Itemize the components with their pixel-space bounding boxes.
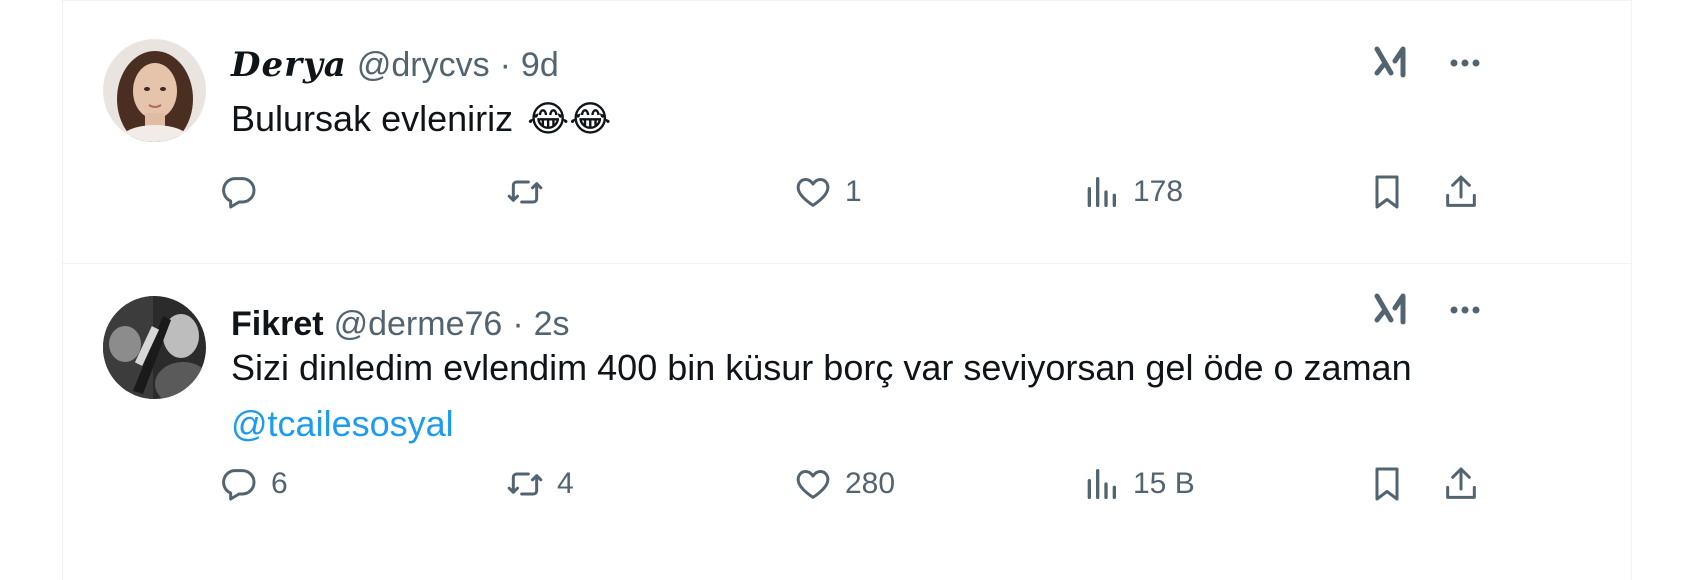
like-count: 280 (845, 467, 896, 500)
views-count: 15 B (1133, 467, 1195, 500)
timeline: Derya @drycvs · 9d Bulursak evleniriz 😂😂 (62, 0, 1632, 580)
tweet[interactable]: Fikret @derme76 · 2s Sizi dinledim evlen… (63, 264, 1631, 580)
views-icon (1087, 177, 1116, 207)
separator-dot: · (499, 45, 511, 84)
more-icon[interactable] (1443, 288, 1487, 332)
bookmark-icon (1375, 467, 1399, 501)
retweet-icon (507, 472, 543, 496)
like-count: 1 (845, 175, 862, 208)
like-icon (796, 470, 830, 499)
tweet-text-body: Bulursak evleniriz (231, 98, 514, 139)
share-button[interactable] (1441, 167, 1481, 217)
tweet-header: Fikret @derme76 · 2s (231, 304, 570, 344)
retweet-button[interactable]: 4 (505, 459, 574, 509)
reply-button[interactable] (219, 167, 271, 217)
laughing-emoji: 😂😂 (527, 98, 612, 139)
display-name[interactable]: Derya (231, 45, 347, 85)
like-button[interactable]: 1 (793, 167, 862, 217)
bookmark-button[interactable] (1367, 459, 1407, 509)
timestamp[interactable]: 2s (534, 305, 570, 344)
tweet-header: Derya @drycvs · 9d (231, 45, 559, 85)
reply-button[interactable]: 6 (219, 459, 288, 509)
tweet[interactable]: Derya @drycvs · 9d Bulursak evleniriz 😂😂 (63, 0, 1631, 264)
tweet-text-body: Sizi dinledim evlendim 400 bin küsur bor… (231, 347, 1412, 388)
avatar[interactable] (103, 296, 206, 399)
bookmark-button[interactable] (1367, 167, 1407, 217)
display-name[interactable]: Fikret (231, 305, 324, 344)
tweet-actions: 1 178 (219, 167, 1509, 217)
tweet-text: Bulursak evleniriz 😂😂 (231, 91, 611, 147)
avatar[interactable] (103, 39, 206, 142)
timestamp[interactable]: 9d (521, 46, 559, 85)
reply-count: 6 (271, 467, 288, 500)
more-icon[interactable] (1443, 41, 1487, 85)
retweet-button[interactable] (505, 167, 557, 217)
separator-dot: · (512, 304, 524, 343)
bookmark-icon (1375, 175, 1399, 209)
grok-icon[interactable] (1369, 288, 1413, 332)
share-button[interactable] (1441, 459, 1481, 509)
grok-icon[interactable] (1369, 41, 1413, 85)
reply-icon (222, 469, 256, 501)
views-count: 178 (1133, 175, 1184, 208)
user-handle[interactable]: @derme76 (334, 305, 503, 344)
reply-icon (222, 177, 256, 209)
retweet-icon (507, 180, 543, 204)
mention-link[interactable]: @tcailesosyal (231, 396, 1412, 452)
like-button[interactable]: 280 (793, 459, 895, 509)
views-button[interactable]: 178 (1081, 167, 1183, 217)
share-icon (1446, 175, 1476, 207)
user-handle[interactable]: @drycvs (357, 46, 490, 85)
like-icon (796, 178, 830, 207)
tweet-actions: 6 4 280 15 B (219, 459, 1509, 509)
views-button[interactable]: 15 B (1081, 459, 1195, 509)
retweet-count: 4 (557, 467, 574, 500)
tweet-text: Sizi dinledim evlendim 400 bin küsur bor… (231, 340, 1412, 452)
share-icon (1446, 467, 1476, 499)
views-icon (1087, 469, 1116, 499)
